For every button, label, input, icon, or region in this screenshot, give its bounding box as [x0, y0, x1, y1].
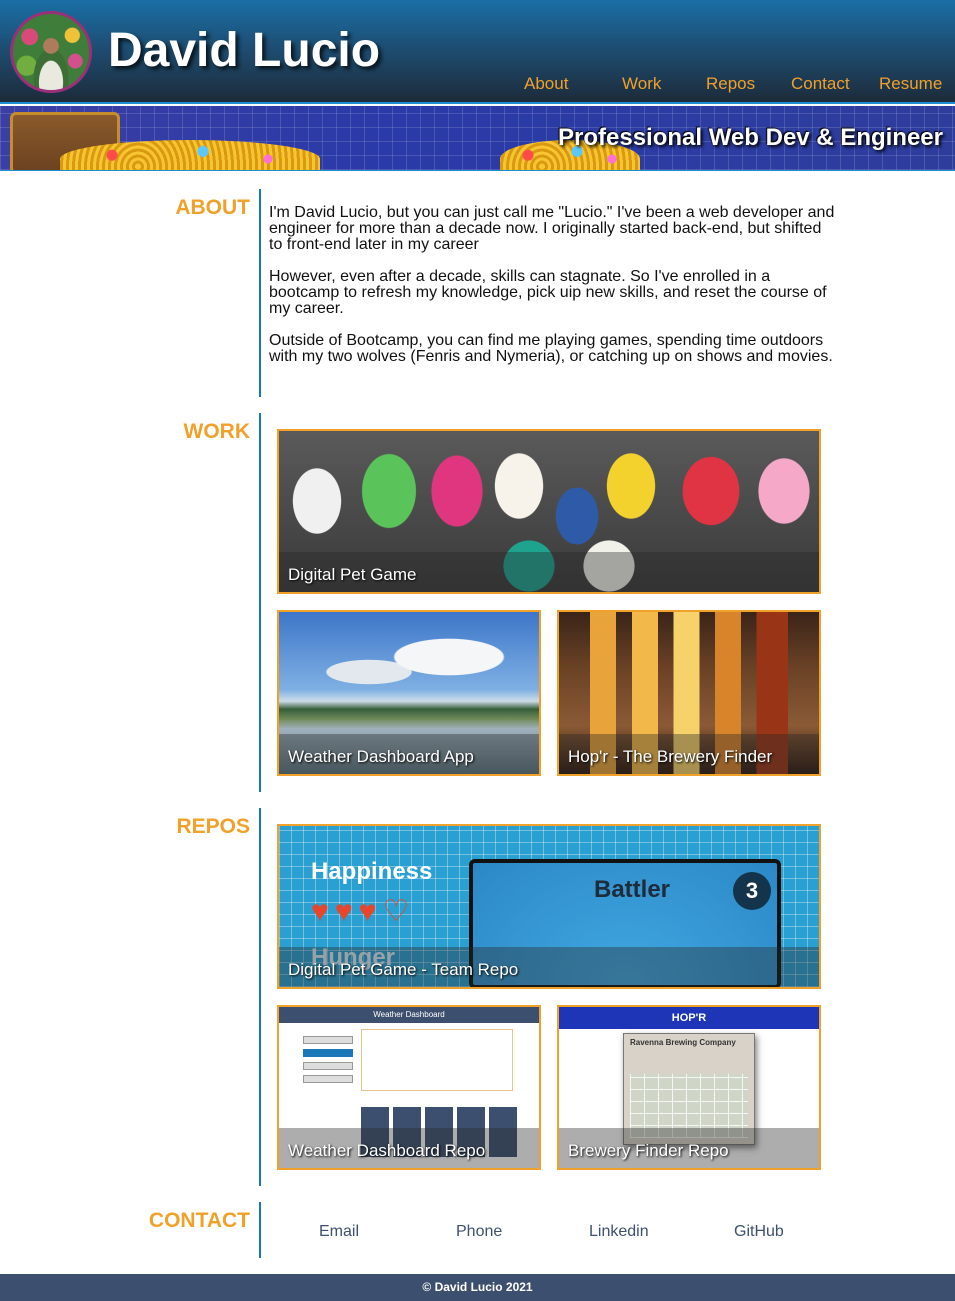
city-input: [303, 1036, 353, 1044]
main-nav: About Work Repos Contact Resume: [0, 74, 955, 94]
card-caption: Weather Dashboard App: [279, 734, 539, 774]
work-divider: [259, 413, 261, 792]
nav-contact[interactable]: Contact: [791, 74, 850, 94]
hero-banner: Professional Web Dev & Engineer: [0, 106, 955, 171]
work-card-hopr[interactable]: Hop'r - The Brewery Finder: [557, 610, 821, 776]
battler-label: Battler: [594, 876, 671, 903]
weather-dashboard-bar: Weather Dashboard: [279, 1007, 539, 1023]
about-text: I'm David Lucio, but you can just call m…: [269, 205, 839, 381]
gold-pile-image: [60, 140, 320, 170]
search-sidebar: [303, 1031, 353, 1091]
repo-card-digital-pet[interactable]: Happiness ♥♥♥♡ Hunger Battler 3 Digital …: [277, 824, 821, 989]
brewery-name: Ravenna Brewing Company: [630, 1038, 736, 1047]
card-caption: Weather Dashboard Repo: [279, 1128, 539, 1168]
contact-phone-link[interactable]: Phone: [456, 1223, 502, 1241]
card-caption: Hop'r - The Brewery Finder: [559, 734, 819, 774]
site-title: David Lucio: [108, 24, 381, 77]
about-paragraph: I'm David Lucio, but you can just call m…: [269, 204, 835, 253]
banner-tagline: Professional Web Dev & Engineer: [558, 124, 943, 151]
about-divider: [259, 189, 261, 397]
contact-linkedin-link[interactable]: Linkedin: [589, 1223, 649, 1241]
current-weather-panel: [361, 1029, 513, 1091]
site-footer: © David Lucio 2021: [0, 1274, 955, 1301]
nav-repos[interactable]: Repos: [706, 74, 755, 94]
work-card-digital-pet[interactable]: Digital Pet Game: [277, 429, 821, 594]
nav-about[interactable]: About: [524, 74, 568, 94]
contact-email-link[interactable]: Email: [319, 1223, 359, 1241]
about-paragraph: Outside of Bootcamp, you can find me pla…: [269, 332, 833, 365]
city-button: [303, 1075, 353, 1083]
about-heading: ABOUT: [175, 196, 250, 219]
contact-github-link[interactable]: GitHub: [734, 1223, 784, 1241]
contact-heading: CONTACT: [148, 1209, 250, 1232]
repos-divider: [259, 808, 261, 1186]
contact-divider: [259, 1202, 261, 1258]
search-button: [303, 1049, 353, 1057]
card-caption: Brewery Finder Repo: [559, 1128, 819, 1168]
hopr-bar: HOP'R: [559, 1007, 819, 1029]
repos-heading: REPOS: [176, 815, 250, 838]
card-caption: Digital Pet Game: [279, 552, 819, 592]
work-heading: WORK: [183, 420, 251, 443]
work-card-weather[interactable]: Weather Dashboard App: [277, 610, 541, 776]
about-paragraph: However, even after a decade, skills can…: [269, 268, 827, 317]
score-badge: 3: [733, 872, 771, 910]
city-button: [303, 1062, 353, 1070]
card-caption: Digital Pet Game - Team Repo: [279, 947, 819, 987]
happiness-label: Happiness: [311, 858, 433, 885]
site-header: David Lucio About Work Repos Contact Res…: [0, 0, 955, 104]
hearts-icon: ♥♥♥♡: [311, 895, 416, 928]
repo-card-brewery[interactable]: HOP'R Ravenna Brewing Company Brewery Fi…: [557, 1005, 821, 1170]
nav-resume[interactable]: Resume: [879, 74, 942, 94]
nav-work[interactable]: Work: [622, 74, 661, 94]
repo-card-weather[interactable]: Weather Dashboard Weather Dashboard Repo: [277, 1005, 541, 1170]
